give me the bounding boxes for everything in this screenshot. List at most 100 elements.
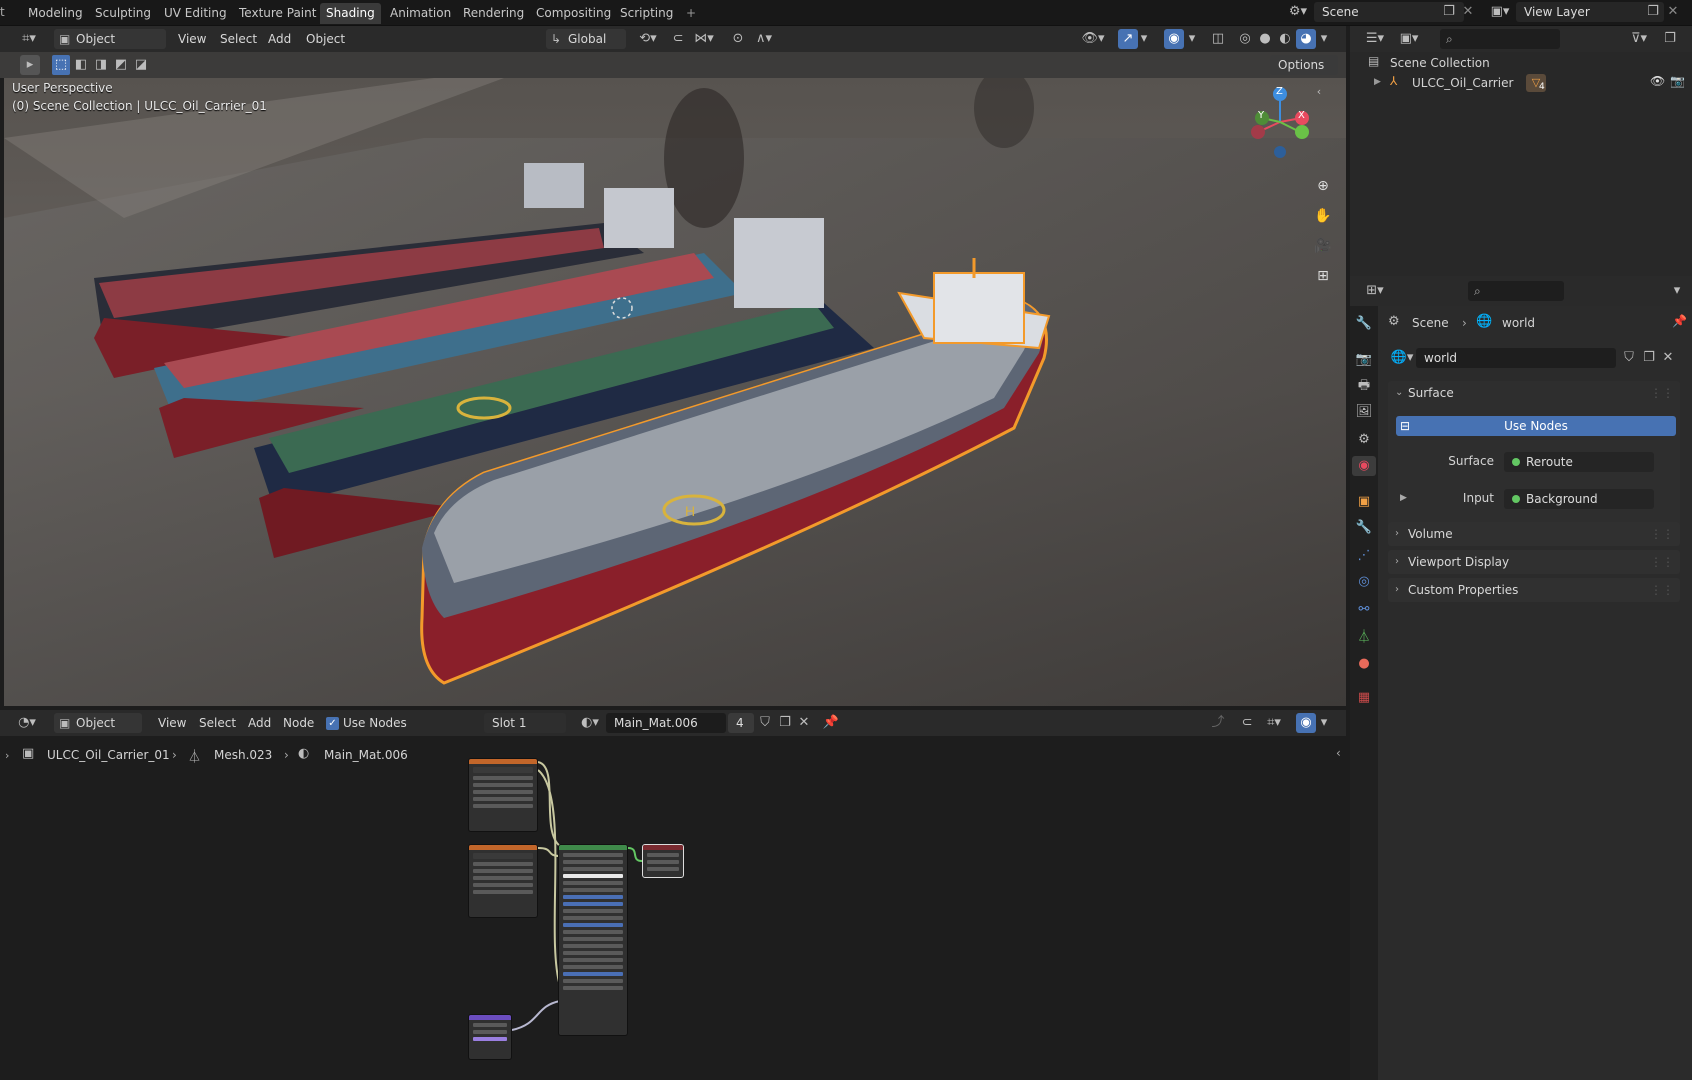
tab-animation[interactable]: Animation [384, 3, 457, 24]
scene-selector-icon[interactable]: ⚙▾ [1284, 2, 1312, 22]
visibility-eye-icon[interactable]: 👁 [1650, 74, 1665, 88]
scene-tab-icon[interactable]: ⚙ [1354, 430, 1374, 450]
add-workspace-button[interactable]: + [680, 3, 702, 24]
fake-user-shield-icon[interactable]: ⛉ [756, 713, 774, 733]
node-overlay-dropdown-icon[interactable]: ▾ [1318, 713, 1330, 733]
drag-handle-icon[interactable]: ⋮⋮ [1650, 381, 1674, 405]
expand-arrow-icon[interactable]: ▶ [1374, 77, 1381, 87]
properties-options-icon[interactable]: ▾ [1670, 281, 1684, 301]
duplicate-material-icon[interactable]: ❐ [776, 713, 794, 733]
drag-handle-icon[interactable]: ⋮⋮ [1650, 578, 1674, 602]
pan-hand-icon[interactable]: ✋ [1312, 206, 1334, 226]
menu-object[interactable]: Object [306, 29, 345, 49]
camera-view-icon[interactable]: 🎥 [1312, 236, 1334, 256]
rendered-shading-icon[interactable]: ◕ [1296, 29, 1316, 49]
menu-view[interactable]: View [178, 29, 206, 49]
node-overlay-icon[interactable]: ◉ [1296, 713, 1316, 733]
ortho-grid-icon[interactable]: ⊞ [1312, 266, 1334, 286]
properties-editor-type-icon[interactable]: ⊞▾ [1360, 281, 1390, 301]
options-dropdown[interactable]: Options [1270, 55, 1338, 75]
world-browse-icon[interactable]: 🌐▾ [1388, 348, 1416, 368]
shader-type-dropdown[interactable]: ▣ Object [54, 713, 142, 733]
zoom-icon[interactable]: ⊕ [1312, 176, 1334, 196]
node-menu-node[interactable]: Node [283, 713, 314, 733]
select-subtract-icon[interactable]: ◨ [92, 55, 110, 75]
material-browse-icon[interactable]: ◐▾ [576, 713, 604, 733]
transform-orientation-dropdown[interactable]: ↳ Global [546, 29, 626, 49]
node-snap-icon[interactable]: ⊂ [1238, 713, 1256, 733]
snap-target-icon[interactable]: ⋈▾ [690, 29, 718, 49]
unlink-material-icon[interactable]: ✕ [796, 713, 812, 733]
node-menu-select[interactable]: Select [199, 713, 236, 733]
view-layer-tab-icon[interactable]: 🖼 [1354, 402, 1374, 422]
volume-panel[interactable]: › Volume ⋮⋮ [1388, 522, 1680, 546]
menu-add[interactable]: Add [268, 29, 291, 49]
gizmo-dropdown-icon[interactable]: ▾ [1138, 29, 1150, 49]
overlay-dropdown-icon[interactable]: ▾ [1186, 29, 1198, 49]
solid-shading-icon[interactable]: ● [1256, 29, 1274, 49]
snap-icon[interactable]: ⊂ [670, 29, 686, 49]
material-users-count[interactable]: 4 [728, 713, 754, 733]
outliner-search-input[interactable]: ⌕ [1440, 29, 1560, 49]
particles-tab-icon[interactable]: ⋰ [1354, 546, 1374, 566]
drag-handle-icon[interactable]: ⋮⋮ [1650, 522, 1674, 546]
new-collection-icon[interactable]: ❐ [1660, 29, 1680, 49]
node-menu-add[interactable]: Add [248, 713, 271, 733]
pin-icon[interactable]: 📌 [822, 713, 840, 733]
tab-scripting[interactable]: Scripting [614, 3, 679, 24]
falloff-icon[interactable]: ∧▾ [752, 29, 776, 49]
tab-compositing[interactable]: Compositing [530, 3, 617, 24]
select-invert-icon[interactable]: ◩ [112, 55, 130, 75]
tool-tab-icon[interactable]: 🔧 [1354, 314, 1374, 334]
output-tab-icon[interactable]: 🖶 [1354, 376, 1374, 396]
world-tab-icon[interactable]: ◉ [1352, 456, 1376, 476]
view-layer-field[interactable]: View Layer [1516, 2, 1664, 22]
slot-dropdown[interactable]: Slot 1 [484, 713, 566, 733]
editor-type-icon-nodes[interactable]: ◔▾ [12, 713, 42, 733]
new-scene-icon[interactable]: ❐ [1440, 2, 1458, 22]
input-socket-field[interactable]: Background [1504, 489, 1654, 509]
outliner-editor-type-icon[interactable]: ☰▾ [1360, 29, 1390, 49]
drag-handle-icon[interactable]: ⋮⋮ [1650, 550, 1674, 574]
surface-panel-title[interactable]: Surface [1408, 386, 1454, 400]
viewport-display-panel[interactable]: › Viewport Display ⋮⋮ [1388, 550, 1680, 574]
world-name-field[interactable]: world [1416, 348, 1616, 368]
modifier-tab-icon[interactable]: 🔧 [1354, 518, 1374, 538]
filter-icon[interactable]: ⊽▾ [1624, 29, 1654, 49]
menu-fragment[interactable]: t [0, 5, 5, 19]
pivot-point-icon[interactable]: ⟲▾ [634, 29, 662, 49]
duplicate-world-icon[interactable]: ❐ [1640, 348, 1658, 368]
unlink-world-icon[interactable]: ✕ [1660, 348, 1676, 368]
node-menu-view[interactable]: View [158, 713, 186, 733]
node-snap-target-icon[interactable]: ⌗▾ [1260, 713, 1288, 733]
material-tab-icon[interactable]: ● [1354, 654, 1374, 674]
scene-collection-label[interactable]: Scene Collection [1390, 56, 1490, 70]
select-extend-icon[interactable]: ◧ [72, 55, 90, 75]
fake-user-shield-icon[interactable]: ⛉ [1620, 348, 1638, 368]
display-mode-icon[interactable]: ▣▾ [1394, 29, 1424, 49]
tab-shading[interactable]: Shading [320, 3, 381, 24]
select-intersect-icon[interactable]: ◪ [132, 55, 150, 75]
delete-view-layer-icon[interactable]: ✕ [1666, 2, 1680, 22]
outliner-item-label[interactable]: ULCC_Oil_Carrier [1412, 76, 1513, 90]
use-nodes-checkbox[interactable]: ✓ [326, 717, 339, 730]
properties-search-input[interactable]: ⌕ [1468, 281, 1564, 301]
tab-rendering[interactable]: Rendering [457, 3, 530, 24]
mode-dropdown[interactable]: ▣ Object Mode [54, 29, 166, 66]
custom-properties-panel[interactable]: › Custom Properties ⋮⋮ [1388, 578, 1680, 602]
surface-socket-field[interactable]: Reroute [1504, 452, 1654, 472]
viewport-3d[interactable]: H User Perspective (0) Scene Collection … [4, 78, 1346, 706]
object-tab-icon[interactable]: ▣ [1354, 492, 1374, 512]
material-shading-icon[interactable]: ◐ [1276, 29, 1294, 49]
data-tab-icon[interactable]: ⏃ [1354, 628, 1374, 648]
texture-tab-icon[interactable]: ▦ [1354, 688, 1374, 708]
delete-scene-icon[interactable]: ✕ [1461, 2, 1475, 22]
node-canvas[interactable]: › ▣ ULCC_Oil_Carrier_01 › ⏃ Mesh.023 › ◐… [0, 736, 1346, 1080]
new-view-layer-icon[interactable]: ❐ [1644, 2, 1662, 22]
pin-icon[interactable]: 📌 [1672, 314, 1687, 328]
tab-uv-editing[interactable]: UV Editing [158, 3, 233, 24]
proportional-edit-icon[interactable]: ⊙ [730, 29, 746, 49]
sidebar-toggle-icon[interactable]: ‹ [1312, 82, 1326, 102]
navigation-gizmo[interactable]: Z X Y [1250, 84, 1312, 160]
select-tool-icon[interactable]: ▸ [20, 55, 40, 75]
